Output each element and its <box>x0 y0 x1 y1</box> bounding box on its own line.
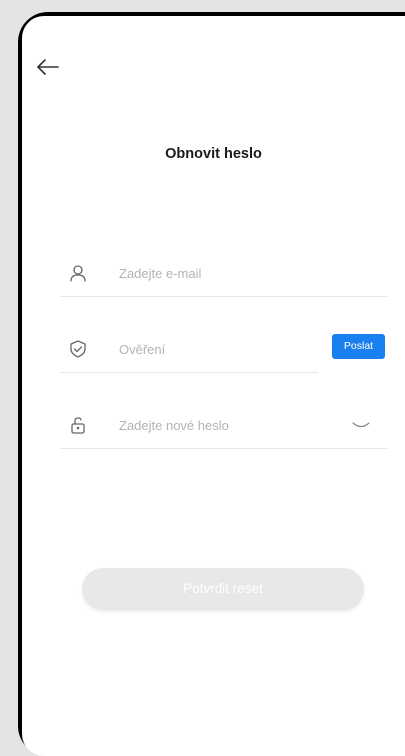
shield-check-icon <box>68 339 88 359</box>
confirm-reset-button[interactable]: Potvrdit reset <box>82 568 364 610</box>
reset-password-screen: Obnovit heslo Zadejte e-mail Ověření Pos… <box>22 16 405 756</box>
send-code-button[interactable]: Poslat <box>332 334 385 359</box>
verification-input[interactable]: Ověření <box>119 342 165 357</box>
verification-field[interactable]: Ověření <box>60 328 318 373</box>
email-field[interactable]: Zadejte e-mail <box>60 252 387 297</box>
back-button[interactable] <box>34 52 64 82</box>
new-password-input[interactable]: Zadejte nové heslo <box>119 418 229 433</box>
user-icon <box>68 263 88 283</box>
email-input[interactable]: Zadejte e-mail <box>119 266 201 281</box>
page-title: Obnovit heslo <box>165 146 262 162</box>
new-password-field[interactable]: Zadejte nové heslo <box>60 404 387 449</box>
eye-closed-icon[interactable] <box>350 418 372 432</box>
arrow-left-icon <box>37 59 59 75</box>
unlock-icon <box>68 415 88 435</box>
